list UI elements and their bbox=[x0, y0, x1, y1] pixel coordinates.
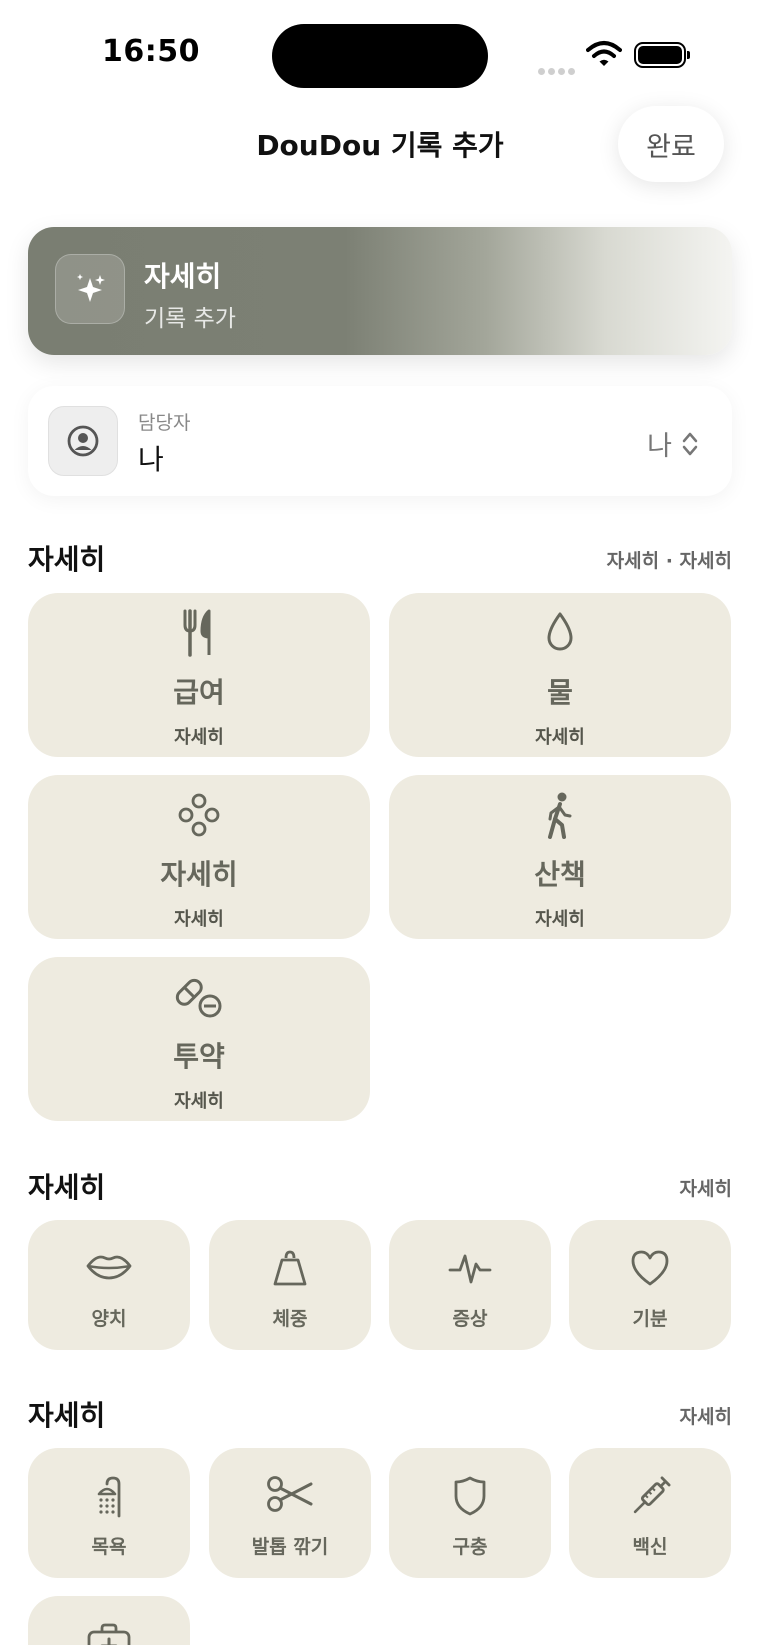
tile-title: 백신 bbox=[632, 1536, 668, 1558]
tile-nail-trim[interactable]: 발톱 깎기 bbox=[209, 1448, 371, 1578]
tile-subtitle: 자세히 bbox=[174, 909, 224, 930]
assignee-picker-value: 나 bbox=[647, 431, 672, 462]
medical-bag-icon bbox=[28, 1622, 190, 1645]
tile-weight[interactable]: 체중 bbox=[209, 1220, 371, 1350]
pills-icon bbox=[28, 973, 370, 1021]
tile-details[interactable]: 자세히 자세히 bbox=[28, 775, 370, 939]
detail-entry-title: 자세히 bbox=[144, 260, 222, 293]
tile-title: 기분 bbox=[632, 1308, 668, 1330]
mouth-icon bbox=[28, 1246, 190, 1286]
person-circle-icon bbox=[48, 406, 118, 476]
tile-title: 급여 bbox=[173, 676, 225, 709]
tile-subtitle: 자세히 bbox=[174, 1091, 224, 1112]
tile-bath[interactable]: 목욕 bbox=[28, 1448, 190, 1578]
tile-title: 자세히 bbox=[160, 858, 238, 891]
shower-icon bbox=[28, 1474, 190, 1518]
assignee-label: 담당자 bbox=[138, 412, 191, 434]
tile-title: 목욕 bbox=[91, 1536, 127, 1558]
tile-walk[interactable]: 산책 자세히 bbox=[389, 775, 731, 939]
section-title-health: 자세히 bbox=[28, 1399, 106, 1432]
shield-icon bbox=[389, 1474, 551, 1518]
tile-subtitle: 자세히 bbox=[174, 727, 224, 748]
tile-brushing[interactable]: 양치 bbox=[28, 1220, 190, 1350]
tile-feeding[interactable]: 급여 자세히 bbox=[28, 593, 370, 757]
tile-title: 양치 bbox=[91, 1308, 127, 1330]
tile-deworming[interactable]: 구충 bbox=[389, 1448, 551, 1578]
section-title-main: 자세히 bbox=[28, 543, 106, 576]
assignee-row[interactable]: 담당자 나 나 bbox=[28, 386, 732, 496]
status-time: 16:50 bbox=[102, 34, 200, 69]
tile-subtitle: 자세히 bbox=[535, 727, 585, 748]
tile-title: 투약 bbox=[173, 1040, 225, 1073]
tile-mood[interactable]: 기분 bbox=[569, 1220, 731, 1350]
waveform-icon bbox=[389, 1246, 551, 1290]
tile-title: 산책 bbox=[534, 858, 586, 891]
section-meta-main: 자세히 · 자세히 bbox=[606, 550, 732, 572]
drop-icon bbox=[389, 609, 731, 657]
tile-title: 물 bbox=[547, 676, 573, 709]
tile-title: 구충 bbox=[452, 1536, 488, 1558]
syringe-icon bbox=[569, 1474, 731, 1520]
section-meta-care: 자세히 bbox=[679, 1178, 732, 1200]
detail-entry-subtitle: 기록 추가 bbox=[144, 306, 236, 332]
tile-medication[interactable]: 투약 자세히 bbox=[28, 957, 370, 1121]
done-button[interactable]: 완료 bbox=[618, 106, 724, 182]
section-meta-health: 자세히 bbox=[679, 1406, 732, 1428]
battery-icon bbox=[634, 42, 690, 68]
dynamic-island bbox=[272, 24, 488, 88]
section-title-care: 자세히 bbox=[28, 1171, 106, 1204]
scale-icon bbox=[209, 1246, 371, 1290]
tile-vaccine[interactable]: 백신 bbox=[569, 1448, 731, 1578]
assignee-picker[interactable]: 나 bbox=[647, 424, 698, 463]
walk-icon bbox=[389, 791, 731, 839]
tile-medical[interactable] bbox=[28, 1596, 190, 1645]
cellular-signal-icon bbox=[538, 60, 578, 79]
assignee-name: 나 bbox=[138, 443, 164, 476]
tile-title: 발톱 깎기 bbox=[251, 1536, 329, 1558]
tile-symptoms[interactable]: 증상 bbox=[389, 1220, 551, 1350]
sparkles-icon bbox=[55, 254, 125, 324]
tile-water[interactable]: 물 자세히 bbox=[389, 593, 731, 757]
fork-knife-icon bbox=[28, 609, 370, 657]
circles-icon bbox=[28, 791, 370, 839]
detail-entry-card[interactable]: 자세히 기록 추가 bbox=[28, 227, 732, 355]
status-bar: 16:50 bbox=[0, 0, 760, 110]
tile-title: 증상 bbox=[452, 1308, 488, 1330]
heart-icon bbox=[569, 1246, 731, 1290]
wifi-icon bbox=[586, 40, 622, 72]
chevron-up-down-icon bbox=[682, 432, 698, 455]
tile-subtitle: 자세히 bbox=[535, 909, 585, 930]
scissors-icon bbox=[209, 1474, 371, 1514]
tile-title: 체중 bbox=[272, 1308, 308, 1330]
